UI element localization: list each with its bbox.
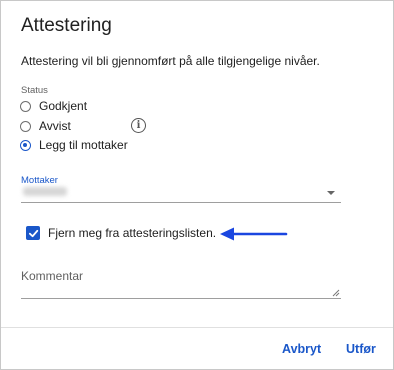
recipient-select[interactable] xyxy=(21,184,341,203)
checkbox-checked[interactable] xyxy=(26,226,40,240)
obscured-recipient-value xyxy=(23,187,67,196)
radio-button[interactable] xyxy=(20,100,31,112)
submit-button[interactable]: Utfør xyxy=(346,342,376,356)
comment-label: Kommentar xyxy=(21,269,84,283)
radio-label: Avvist xyxy=(39,119,71,133)
resize-grip-icon[interactable] xyxy=(332,289,340,297)
dialog-title: Attestering xyxy=(21,15,112,36)
info-icon[interactable]: i xyxy=(131,118,146,133)
cancel-button[interactable]: Avbryt xyxy=(282,342,321,356)
radio-button-selected[interactable] xyxy=(20,139,31,151)
status-label: Status xyxy=(21,85,48,96)
radio-option-avvist[interactable]: Avvist xyxy=(20,118,71,134)
attestation-dialog: Attestering Attestering vil bli gjennomf… xyxy=(0,0,394,370)
radio-button[interactable] xyxy=(20,120,31,132)
dialog-description: Attestering vil bli gjennomført på alle … xyxy=(21,54,320,68)
footer-divider xyxy=(1,327,393,328)
remove-me-checkbox-row[interactable]: Fjern meg fra attesteringslisten. xyxy=(26,226,216,240)
dropdown-caret-icon xyxy=(327,191,335,195)
radio-option-legg-til-mottaker[interactable]: Legg til mottaker xyxy=(20,137,128,153)
annotation-arrow-icon xyxy=(220,227,288,241)
radio-option-godkjent[interactable]: Godkjent xyxy=(20,98,87,114)
checkbox-label: Fjern meg fra attesteringslisten. xyxy=(48,226,217,240)
checkmark-icon xyxy=(28,229,38,237)
radio-label: Godkjent xyxy=(39,99,88,113)
radio-label: Legg til mottaker xyxy=(39,138,128,152)
